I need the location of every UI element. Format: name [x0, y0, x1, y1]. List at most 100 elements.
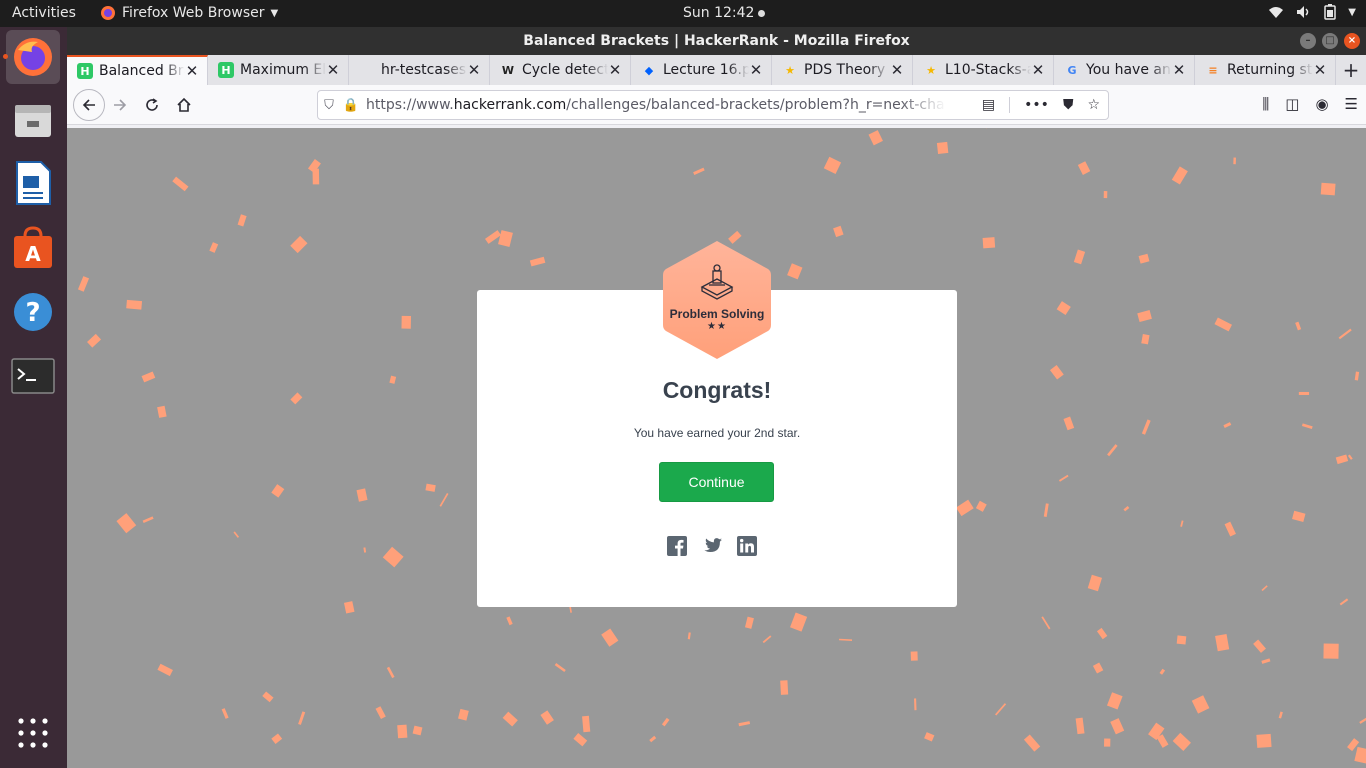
confetti-piece: [389, 375, 397, 384]
confetti-piece: [375, 706, 386, 720]
tab-5[interactable]: ★ PDS Theory ✕: [772, 55, 913, 85]
confetti-piece: [221, 708, 229, 719]
new-tab-button[interactable]: +: [1336, 55, 1366, 85]
reader-view-icon[interactable]: ▤: [982, 97, 995, 113]
twitter-icon: [704, 538, 722, 552]
badge-stars: ★★: [707, 321, 727, 332]
facebook-share-button[interactable]: [667, 536, 687, 556]
tab-4[interactable]: ◆ Lecture 16.pdf✕: [631, 55, 772, 85]
confetti-piece: [1087, 574, 1103, 592]
window-titlebar[interactable]: Balanced Brackets | HackerRank - Mozilla…: [67, 27, 1366, 55]
confetti-piece: [1176, 635, 1187, 645]
url-actions: ▤ ••• ⛊ ☆: [982, 97, 1100, 113]
tab-3[interactable]: W Cycle detection✕: [490, 55, 631, 85]
confetti-piece: [1335, 454, 1349, 465]
confetti-piece: [1339, 598, 1349, 606]
dock-software[interactable]: A: [6, 221, 60, 275]
confetti-piece: [1295, 321, 1302, 331]
tab-favicon-icon: ◆: [644, 63, 654, 77]
reload-button[interactable]: [139, 92, 165, 118]
confetti-piece: [386, 666, 395, 679]
wifi-icon: [1269, 7, 1284, 18]
activities-button[interactable]: Activities: [12, 5, 76, 21]
confetti-piece: [271, 484, 285, 498]
tab-close-icon[interactable]: ✕: [749, 61, 763, 79]
url-bar[interactable]: ⛉ 🔒 https://www.hackerrank.com/challenge…: [317, 90, 1109, 120]
confetti-piece: [172, 176, 189, 192]
forward-button[interactable]: [107, 92, 133, 118]
tab-favicon-icon: ★: [926, 63, 936, 77]
confetti-piece: [1123, 505, 1130, 512]
confetti-piece: [116, 513, 137, 534]
dock-show-apps[interactable]: [6, 706, 60, 760]
dock-terminal[interactable]: [6, 349, 60, 403]
confetti-piece: [1278, 711, 1283, 719]
bookmark-star-icon[interactable]: ☆: [1087, 97, 1100, 113]
tab-8[interactable]: ≡ Returning stack✕: [1195, 55, 1336, 85]
tab-6[interactable]: ★ L10-Stacks-and-Queues✕: [913, 55, 1054, 85]
confetti-piece: [924, 732, 935, 742]
confetti-piece: [780, 680, 789, 695]
hamburger-menu-icon[interactable]: ☰: [1345, 95, 1358, 113]
tab-2[interactable]: hr-testcases-us✕: [349, 55, 490, 85]
confetti-piece: [955, 499, 974, 517]
back-button[interactable]: [73, 89, 105, 121]
tab-close-icon[interactable]: ✕: [608, 61, 622, 79]
home-icon: [177, 97, 191, 112]
system-tray[interactable]: ▼: [1268, 4, 1356, 20]
continue-button[interactable]: Continue: [659, 462, 774, 502]
svg-text:A: A: [25, 242, 41, 266]
tab-favicon-icon: ★: [785, 63, 795, 77]
confetti-piece: [1354, 746, 1366, 764]
maximize-button[interactable]: □: [1322, 33, 1338, 49]
tab-close-icon[interactable]: ✕: [467, 61, 481, 79]
notification-dot-icon: [758, 9, 766, 17]
app-menu[interactable]: Firefox Web Browser ▼: [100, 5, 278, 21]
tab-0[interactable]: H Balanced Brackets | HackerRank✕: [67, 55, 208, 85]
page-actions-menu-icon[interactable]: •••: [1024, 97, 1049, 113]
confetti-piece: [823, 156, 842, 174]
confetti-piece: [1041, 616, 1051, 630]
home-button[interactable]: [171, 92, 197, 118]
tab-1[interactable]: H Maximum Element✕: [208, 55, 349, 85]
twitter-share-button[interactable]: [702, 536, 722, 556]
dock-files[interactable]: [6, 93, 60, 147]
tab-close-icon[interactable]: ✕: [326, 61, 340, 79]
close-window-button[interactable]: ×: [1344, 33, 1360, 49]
minimize-button[interactable]: –: [1300, 33, 1316, 49]
tab-favicon-icon: ≡: [1208, 63, 1218, 77]
dock-writer[interactable]: [6, 156, 60, 210]
confetti-piece: [1137, 310, 1152, 323]
confetti-piece: [1073, 249, 1086, 265]
problem-solving-badge: Problem Solving ★★: [662, 239, 772, 361]
clock[interactable]: Sun 12:42: [683, 5, 766, 21]
badge-hexagon: [663, 241, 771, 359]
dock-firefox[interactable]: [3, 30, 60, 84]
confetti-piece: [498, 230, 513, 247]
tab-close-icon[interactable]: ✕: [1313, 61, 1327, 79]
confetti-piece: [1148, 722, 1165, 741]
tab-close-icon[interactable]: ✕: [185, 62, 199, 80]
tab-close-icon[interactable]: ✕: [1031, 61, 1045, 79]
pocket-icon[interactable]: ⛊: [1063, 97, 1074, 113]
tab-7[interactable]: G You have an ✕: [1054, 55, 1195, 85]
dock-help[interactable]: ?: [6, 285, 60, 339]
confetti-piece: [1110, 718, 1125, 735]
lock-icon[interactable]: 🔒: [340, 98, 362, 113]
toolbar-right: ⫼ ◫ ◉ ☰: [1262, 95, 1358, 113]
svg-text:?: ?: [25, 298, 40, 328]
tab-close-icon[interactable]: ✕: [890, 61, 904, 79]
sidebar-icon[interactable]: ◫: [1285, 95, 1299, 113]
library-icon[interactable]: ⫼: [1262, 95, 1269, 113]
linkedin-share-button[interactable]: [737, 536, 757, 556]
confetti-piece: [975, 500, 987, 512]
confetti-piece: [693, 167, 705, 175]
confetti-piece: [307, 159, 321, 173]
confetti-piece: [1138, 253, 1150, 264]
account-icon[interactable]: ◉: [1315, 95, 1328, 113]
tracking-protection-shield-icon[interactable]: ⛉: [318, 98, 340, 113]
confetti-piece: [1191, 695, 1210, 714]
confetti-piece: [982, 237, 996, 249]
url-text[interactable]: https://www.hackerrank.com/challenges/ba…: [366, 97, 946, 113]
tab-close-icon[interactable]: ✕: [1172, 61, 1186, 79]
